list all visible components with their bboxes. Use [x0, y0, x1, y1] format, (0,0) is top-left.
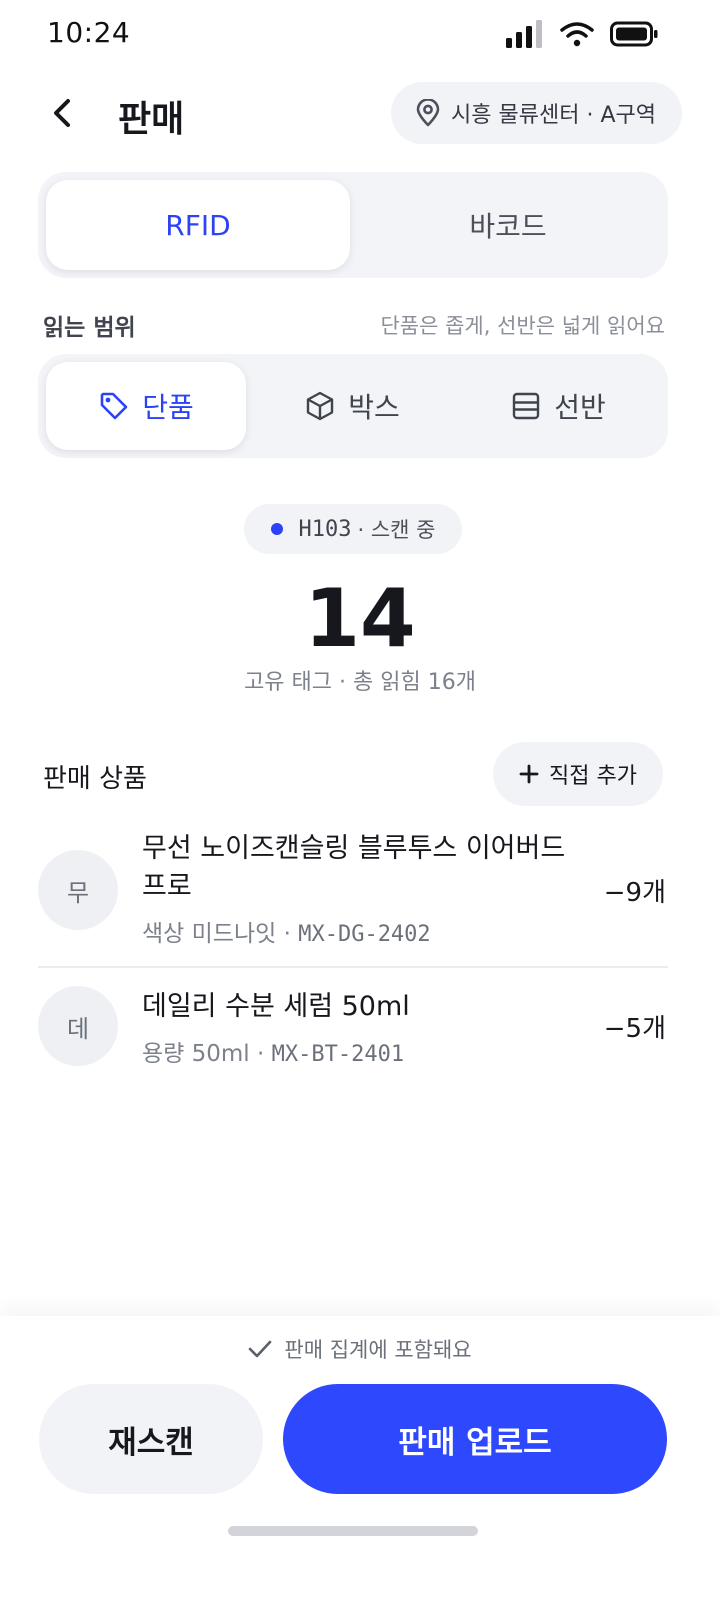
inclusion-note-text: 판매 집계에 포함돼요 [284, 1338, 472, 1362]
item-meta: 용량 50ml · MX-BT-2401 [142, 1034, 404, 1068]
range-option-single[interactable]: 단품 [46, 362, 246, 450]
scanner-id: H103 [298, 516, 352, 542]
location-chip[interactable]: 시흥 물류센터 · A구역 [391, 82, 682, 144]
home-indicator[interactable] [228, 1526, 478, 1536]
mode-toggle: RFID 바코드 [38, 172, 668, 278]
item-quantity: −9개 [603, 878, 666, 908]
chevron-left-icon [54, 99, 70, 127]
status-bar: 10:24 [0, 0, 720, 66]
range-toggle: 단품 박스 선반 [38, 354, 668, 458]
tag-count: 14 [304, 572, 416, 665]
add-item-button[interactable]: 직접 추가 [493, 742, 663, 806]
rescan-button[interactable]: 재스캔 [39, 1384, 263, 1494]
back-button[interactable] [38, 88, 88, 138]
item-meta: 색상 미드나잇 · MX-DG-2402 [142, 914, 431, 948]
item-option: 색상 미드나잇 · [142, 921, 299, 947]
item-name: 무선 노이즈캔슬링 블루투스 이어버드 프로 [142, 833, 566, 902]
item-sku: MX-DG-2402 [298, 922, 431, 947]
range-header: 읽는 범위 단품은 좁게, 선반은 넓게 읽어요 [43, 308, 665, 342]
page-title: 판매 [118, 99, 185, 140]
range-option-label: 단품 [142, 391, 194, 424]
shelf-icon [513, 392, 540, 420]
divider [38, 966, 668, 968]
scan-active-indicator [270, 523, 283, 535]
range-option-label: 박스 [348, 391, 400, 424]
signal-icon [506, 20, 542, 48]
upload-sale-button[interactable]: 판매 업로드 [283, 1384, 667, 1494]
scan-status-chip: H103 · 스캔 중 [244, 504, 462, 554]
item-option: 용량 50ml · [142, 1041, 272, 1067]
tag-count-caption: 고유 태그 · 총 읽힘 16개 [244, 670, 476, 695]
range-option-shelf[interactable]: 선반 [458, 362, 658, 450]
products-title: 판매 상품 [43, 764, 147, 794]
scan-status-text: · 스캔 중 [357, 518, 436, 542]
status-icons [506, 20, 658, 48]
range-hint: 단품은 좁게, 선반은 넓게 읽어요 [380, 314, 665, 338]
plus-icon [519, 764, 539, 784]
wifi-icon [560, 22, 594, 47]
avatar: 데 [38, 986, 118, 1066]
products-header: 판매 상품 직접 추가 [43, 742, 665, 806]
status-time: 10:24 [47, 16, 131, 49]
location-pin-icon [416, 99, 440, 127]
item-sku: MX-BT-2401 [271, 1042, 405, 1067]
check-icon [249, 1340, 272, 1358]
list-item[interactable]: 데 데일리 수분 세럼 50ml 용량 50ml · MX-BT-2401 −5… [38, 986, 668, 1070]
item-quantity: −5개 [603, 1014, 666, 1044]
box-icon [307, 391, 334, 421]
add-item-label: 직접 추가 [549, 764, 637, 789]
header: 판매 시흥 물류센터 · A구역 [0, 78, 720, 148]
range-option-label: 선반 [554, 391, 606, 424]
item-name: 데일리 수분 세럼 50ml [142, 991, 410, 1022]
tag-icon [100, 392, 128, 420]
location-label: 시흥 물류센터 · A구역 [451, 103, 656, 128]
list-item[interactable]: 무 무선 노이즈캔슬링 블루투스 이어버드 프로 색상 미드나잇 · MX-DG… [38, 826, 668, 960]
range-label: 읽는 범위 [43, 315, 136, 341]
avatar: 무 [38, 850, 118, 930]
range-option-box[interactable]: 박스 [252, 362, 452, 450]
battery-icon [610, 21, 658, 47]
tab-rfid[interactable]: RFID [46, 180, 350, 270]
tab-barcode[interactable]: 바코드 [356, 180, 660, 270]
inclusion-note: 판매 집계에 포함돼요 [0, 1334, 720, 1364]
